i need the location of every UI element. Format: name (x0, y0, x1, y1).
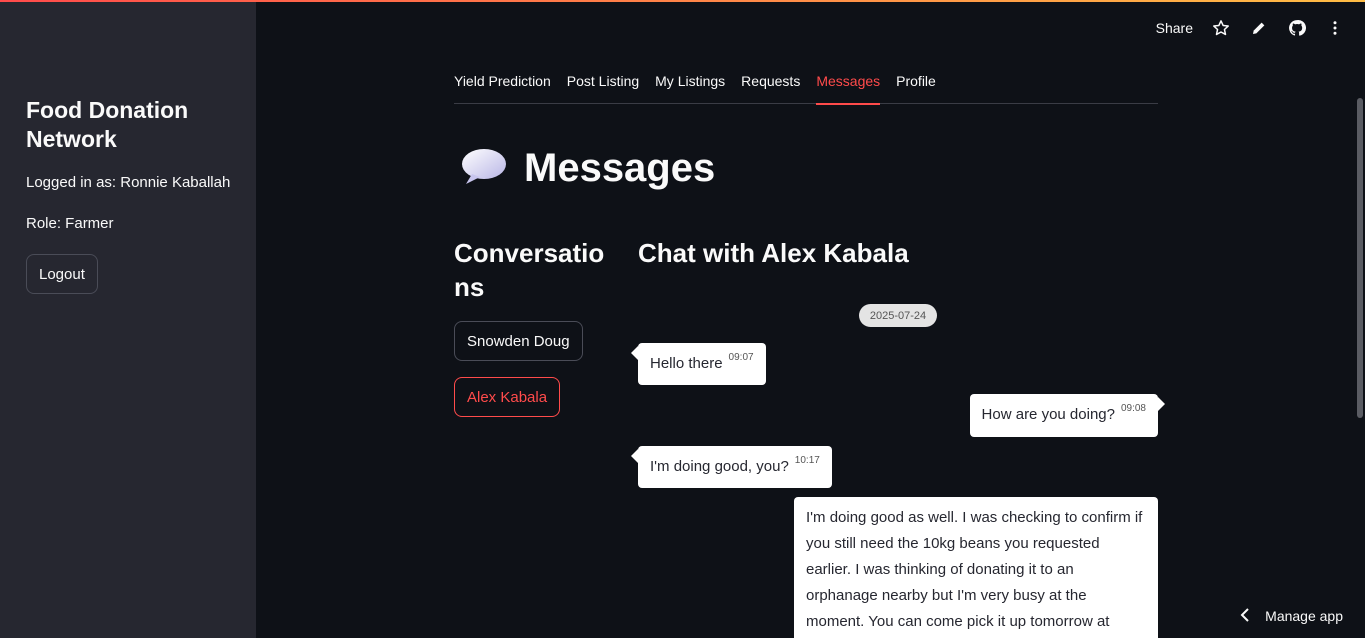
tab-my-listings[interactable]: My Listings (655, 70, 725, 104)
more-vert-icon[interactable] (1325, 18, 1345, 38)
tab-post-listing[interactable]: Post Listing (567, 70, 639, 104)
speech-bubble-icon (460, 146, 508, 191)
tab-bar: Yield Prediction Post Listing My Listing… (454, 70, 1158, 105)
tab-requests[interactable]: Requests (741, 70, 800, 104)
star-icon[interactable] (1211, 18, 1231, 38)
chat-heading: Chat with Alex Kabala (638, 238, 909, 268)
message-time: 10:17 (794, 455, 820, 466)
logged-in-text: Logged in as: Ronnie Kaballah (26, 174, 231, 191)
date-badge: 2025-07-24 (859, 304, 937, 327)
message-bubble: Hello there 09:07 (631, 343, 766, 385)
chevron-left-icon (1239, 607, 1251, 625)
page-heading: Messages (460, 140, 715, 196)
tab-profile[interactable]: Profile (896, 70, 936, 104)
message-time: 09:08 (1120, 403, 1146, 414)
manage-app-button[interactable]: Manage app (1239, 604, 1343, 628)
page-scrollbar[interactable] (1357, 98, 1363, 418)
conversation-snowden-doug[interactable]: Snowden Doug (454, 321, 583, 361)
manage-app-label: Manage app (1265, 608, 1343, 624)
message-bubble: I'm doing good, you? 10:17 (631, 446, 832, 488)
conversations-heading: Conversations (454, 238, 605, 302)
pencil-icon[interactable] (1249, 18, 1269, 38)
conversation-alex-kabala[interactable]: Alex Kabala (454, 377, 561, 417)
role-text: Role: Farmer (26, 215, 114, 232)
message-text: How are you doing? (981, 406, 1115, 423)
tab-messages[interactable]: Messages (816, 70, 880, 105)
top-toolbar: Share (1156, 16, 1345, 40)
message-text: I'm doing good, you? (650, 458, 789, 475)
share-button[interactable]: Share (1156, 20, 1193, 36)
app-title: Food Donation Network (26, 97, 189, 152)
message-bubble: How are you doing? 09:08 (969, 394, 1166, 437)
message-time: 09:07 (728, 352, 754, 363)
message-bubble: I'm doing good as well. I was checking t… (794, 497, 1158, 638)
logout-button[interactable]: Logout (26, 254, 98, 294)
sidebar: Food Donation Network Logged in as: Ronn… (0, 2, 256, 638)
page-title: Messages (524, 145, 716, 190)
message-text: I'm doing good as well. I was checking t… (806, 509, 1143, 630)
message-text: Hello there (650, 355, 723, 372)
tab-yield-prediction[interactable]: Yield Prediction (454, 70, 551, 104)
github-icon[interactable] (1287, 18, 1307, 38)
